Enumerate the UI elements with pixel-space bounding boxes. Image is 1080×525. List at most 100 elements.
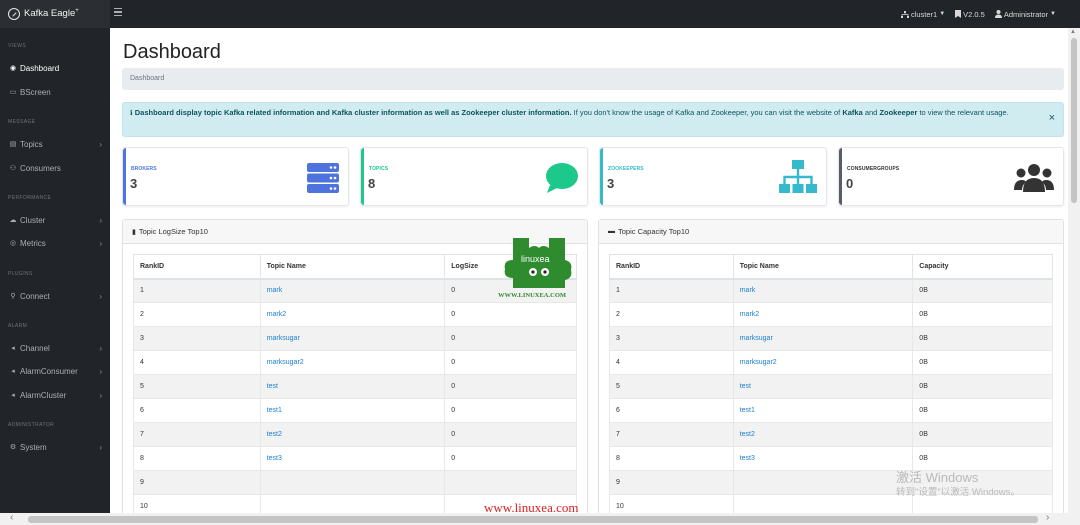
- table-row: 3 marksugar 0: [133, 326, 577, 351]
- logsize-cell: 0: [444, 374, 577, 399]
- rank-cell: 7: [133, 422, 261, 447]
- sidebar-item-system[interactable]: ⚙ System ›: [0, 437, 110, 457]
- comment-icon: ▤: [9, 141, 17, 148]
- rank-cell: 2: [133, 302, 261, 327]
- database-icon: ▬: [608, 228, 615, 235]
- alert-bold-text: Dashboard display topic Kafka related in…: [134, 108, 572, 117]
- topic-link[interactable]: marksugar: [732, 326, 914, 351]
- section-plugins: PLUGINS: [8, 271, 33, 277]
- rank-cell: 7: [609, 422, 734, 447]
- brokers-card[interactable]: BROKERS 3: [122, 147, 349, 206]
- info-alert: ℹ Dashboard display topic Kafka related …: [122, 102, 1064, 137]
- capacity-cell: 0B: [912, 326, 1053, 351]
- rank-cell: 4: [609, 350, 734, 375]
- logsize-cell: 0: [444, 422, 577, 447]
- sidebar-item-label: BScreen: [20, 87, 51, 97]
- topic-link[interactable]: [259, 494, 446, 513]
- horizontal-scrollbar[interactable]: ‹ ›: [0, 512, 1080, 525]
- sidebar-item-alarm-consumer[interactable]: ◂ AlarmConsumer ›: [0, 361, 110, 381]
- scroll-thumb[interactable]: [28, 516, 1038, 523]
- card-label: BROKERS: [131, 166, 157, 172]
- sidebar-item-bscreen[interactable]: ▭ BScreen: [0, 82, 110, 102]
- topic-link[interactable]: test2: [732, 422, 914, 447]
- sidebar-item-consumers[interactable]: ⚇ Consumers: [0, 158, 110, 178]
- section-message: MESSAGE: [8, 119, 36, 125]
- topic-link[interactable]: [732, 470, 914, 495]
- logsize-cell: [444, 470, 577, 495]
- topic-link[interactable]: test2: [259, 422, 446, 447]
- cloud-icon: ☁: [9, 217, 17, 224]
- column-header[interactable]: RankID: [609, 254, 734, 280]
- sidebar-item-alarm-cluster[interactable]: ◂ AlarmCluster ›: [0, 385, 110, 405]
- sidebar-item-dashboard[interactable]: ◉ Dashboard: [0, 58, 110, 78]
- sidebar-item-label: AlarmCluster: [20, 390, 67, 400]
- sidebar-item-metrics[interactable]: ◎ Metrics ›: [0, 233, 110, 253]
- alert-text: and: [862, 108, 880, 117]
- topics-card[interactable]: TOPICS 8: [360, 147, 588, 206]
- sidebar-item-label: AlarmConsumer: [20, 366, 78, 376]
- section-performance: PERFORMANCE: [8, 195, 52, 201]
- card-value: 3: [130, 176, 138, 191]
- menu-toggle-icon[interactable]: [114, 8, 122, 18]
- table-row: 4 marksugar2 0: [133, 350, 577, 375]
- column-header[interactable]: Topic Name: [259, 254, 446, 280]
- column-header[interactable]: Capacity: [912, 254, 1053, 280]
- brand[interactable]: Kafka Eagle+: [0, 0, 110, 28]
- sidebar-item-label: Metrics: [20, 238, 46, 248]
- consumer-groups-card[interactable]: CONSUMERGROUPS 0: [838, 147, 1064, 206]
- bullhorn-icon: ◂: [11, 345, 15, 352]
- sidebar-item-connect[interactable]: ⚲ Connect ›: [0, 286, 110, 306]
- topic-link[interactable]: test1: [259, 398, 446, 423]
- table-row: 8 test3 0: [133, 446, 577, 471]
- close-icon[interactable]: ×: [1049, 112, 1055, 124]
- rank-cell: 4: [133, 350, 261, 375]
- rank-cell: 5: [133, 374, 261, 399]
- info-circle-icon: ℹ: [130, 110, 133, 117]
- topic-link[interactable]: mark2: [732, 302, 914, 327]
- topic-link[interactable]: [259, 470, 446, 495]
- page-title: Dashboard: [123, 41, 221, 63]
- topic-link[interactable]: mark: [732, 278, 914, 303]
- user-icon: [994, 10, 1002, 18]
- topic-link[interactable]: test3: [259, 446, 446, 471]
- server-icon: [307, 163, 339, 193]
- rank-cell: 6: [133, 398, 261, 423]
- sidebar-item-channel[interactable]: ◂ Channel ›: [0, 338, 110, 358]
- topic-link[interactable]: marksugar: [259, 326, 446, 351]
- user-dropdown[interactable]: Administrator ▼: [994, 10, 1056, 19]
- version-link[interactable]: V2.0.5: [955, 10, 985, 19]
- topic-link[interactable]: test: [732, 374, 914, 399]
- column-header[interactable]: Topic Name: [732, 254, 914, 280]
- bell-icon: ◂: [11, 392, 15, 399]
- vertical-scrollbar[interactable]: ▲: [1068, 28, 1080, 515]
- scroll-right-icon[interactable]: ›: [1046, 512, 1049, 523]
- scroll-thumb[interactable]: [1071, 38, 1077, 203]
- topic-link[interactable]: test3: [732, 446, 914, 471]
- topic-link[interactable]: mark2: [259, 302, 446, 327]
- topic-link[interactable]: test1: [732, 398, 914, 423]
- capacity-table: RankID Topic Name Capacity 1 mark 0B 2 mark…: [609, 254, 1053, 513]
- zookeeper-link[interactable]: Zookeeper: [879, 108, 917, 117]
- card-accent: [600, 148, 603, 205]
- cluster-dropdown[interactable]: cluster1 ▼: [900, 10, 945, 19]
- kafka-link[interactable]: Kafka: [842, 108, 862, 117]
- scroll-left-icon[interactable]: ‹: [10, 512, 13, 523]
- topic-link[interactable]: marksugar2: [732, 350, 914, 375]
- rank-cell: 10: [133, 494, 261, 513]
- scroll-up-icon[interactable]: ▲: [1070, 29, 1076, 35]
- chevron-right-icon: ›: [99, 366, 102, 376]
- topic-link[interactable]: test: [259, 374, 446, 399]
- topic-link[interactable]: marksugar2: [259, 350, 446, 375]
- column-header[interactable]: RankID: [133, 254, 261, 280]
- topic-link[interactable]: mark: [259, 278, 446, 303]
- sidebar-item-topics[interactable]: ▤ Topics ›: [0, 134, 110, 154]
- users-icon: ⚇: [9, 165, 17, 172]
- topic-link[interactable]: [732, 494, 914, 513]
- section-administrator: ADMINISTRATOR: [8, 422, 55, 428]
- rank-cell: 8: [609, 446, 734, 471]
- zookeepers-card[interactable]: ZOOKEEPERS 3: [599, 147, 827, 206]
- table-row: 7 test2 0: [133, 422, 577, 447]
- sidebar-item-cluster[interactable]: ☁ Cluster ›: [0, 210, 110, 230]
- sidebar-item-label: Channel: [20, 343, 50, 353]
- capacity-cell: 0B: [912, 422, 1053, 447]
